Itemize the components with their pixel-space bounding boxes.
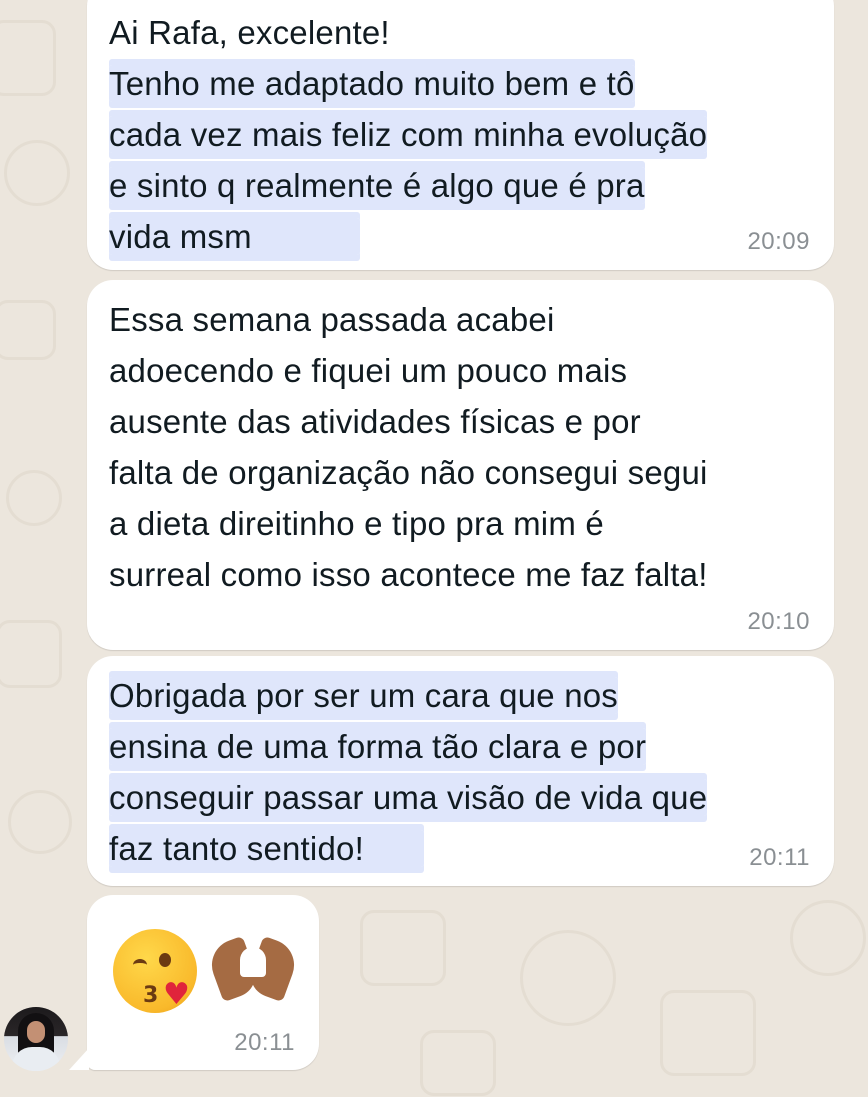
message-line: adoecendo e fiquei um pouco mais: [109, 352, 628, 389]
message-text: Essa semana passada acabei adoecendo e f…: [109, 294, 708, 600]
highlighted-text: ensina de uma forma tão clara e por: [109, 728, 647, 765]
emoji-mouth: 3: [143, 983, 159, 1008]
highlighted-text: Obrigada por ser um cara que nos: [109, 677, 619, 714]
highlighted-text: e sinto q realmente é algo que é pra: [109, 167, 645, 204]
highlighted-text: conseguir passar uma visão de vida que: [109, 779, 708, 816]
message-timestamp: 20:10: [747, 608, 810, 635]
message-line: e sinto q realmente é algo que é pra: [109, 160, 707, 211]
message-line: faz tanto sentido!: [109, 823, 707, 874]
message-timestamp: 20:09: [747, 228, 810, 255]
message-line: Essa semana passada acabei: [109, 301, 555, 338]
emoji-heart: ♥: [163, 977, 190, 1012]
emoji-eye: [133, 959, 147, 971]
message-line: conseguir passar uma visão de vida que: [109, 772, 708, 823]
message-line-text: Ai Rafa, excelente!: [109, 14, 390, 51]
message-line: cada vez mais feliz com minha evolução: [109, 109, 708, 160]
message-timestamp: 20:11: [234, 1029, 295, 1056]
message-bubble[interactable]: 3 ♥ 20:11: [69, 895, 319, 1070]
kissing-face-with-heart-emoji: 3 ♥: [113, 929, 197, 1013]
message-line: Ai Rafa, excelente!: [109, 7, 707, 58]
message-line: vida msm: [109, 211, 707, 262]
wallpaper-doodle: [660, 990, 756, 1076]
wallpaper-doodle: [6, 470, 62, 526]
heart-hands-emoji: [204, 935, 302, 1007]
message-line: falta de organização não consegui segui: [109, 454, 708, 491]
wallpaper-doodle: [790, 900, 866, 976]
emoji-heart-gap: [240, 947, 266, 977]
message-bubble[interactable]: Ai Rafa, excelente! Tenho me adaptado mu…: [87, 0, 834, 270]
message-line: a dieta direitinho e tipo pra mim é: [109, 505, 604, 542]
highlighted-text: cada vez mais feliz com minha evolução: [109, 116, 708, 153]
wallpaper-doodle: [0, 620, 62, 688]
wallpaper-doodle: [4, 140, 70, 206]
message-bubble[interactable]: Obrigada por ser um cara que nos ensina …: [87, 656, 834, 886]
emoji-eye: [159, 953, 171, 967]
avatar-face: [27, 1021, 45, 1043]
message-line: Tenho me adaptado muito bem e tô: [109, 58, 707, 109]
wallpaper-doodle: [8, 790, 72, 854]
message-line: Obrigada por ser um cara que nos: [109, 670, 707, 721]
highlighted-text: Tenho me adaptado muito bem e tô: [109, 65, 635, 102]
message-text: Ai Rafa, excelente! Tenho me adaptado mu…: [109, 7, 708, 262]
message-line: ensina de uma forma tão clara e por: [109, 721, 707, 772]
wallpaper-doodle: [0, 20, 56, 96]
message-timestamp: 20:11: [749, 844, 810, 871]
message-line: ausente das atividades físicas e por: [109, 403, 641, 440]
highlighted-text: faz tanto sentido!: [109, 830, 424, 867]
message-line: surreal como isso acontece me faz falta!: [109, 556, 708, 593]
message-bubble[interactable]: Essa semana passada acabei adoecendo e f…: [87, 280, 834, 650]
message-text: Obrigada por ser um cara que nos ensina …: [109, 670, 708, 874]
wallpaper-doodle: [520, 930, 616, 1026]
contact-avatar[interactable]: [4, 1007, 68, 1071]
wallpaper-doodle: [360, 910, 446, 986]
highlighted-text: vida msm: [109, 218, 360, 255]
wallpaper-doodle: [0, 300, 56, 360]
wallpaper-doodle: [420, 1030, 496, 1096]
bubble-tail: [69, 1048, 89, 1070]
